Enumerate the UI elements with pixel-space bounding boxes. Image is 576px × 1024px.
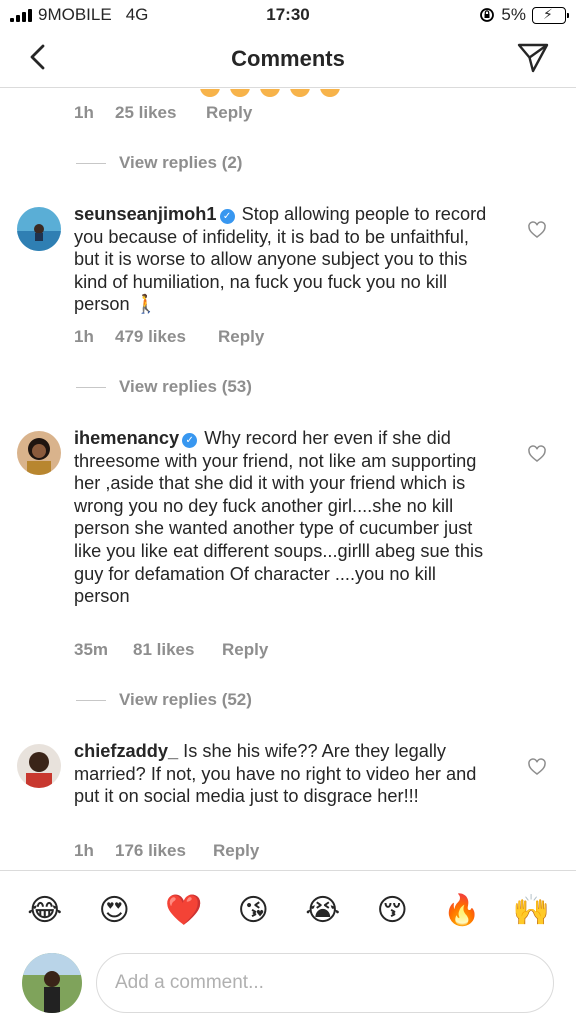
reply-button[interactable]: Reply (213, 841, 259, 861)
comment-time: 1h (74, 327, 94, 346)
comment-time: 1h (74, 103, 94, 122)
emoji-kiss-button[interactable]: 😘 (233, 891, 273, 931)
divider-line (76, 699, 106, 701)
emoji-tears-of-joy-button[interactable]: 😂 (25, 891, 65, 931)
comment-meta: 1h 176 likes Reply (74, 841, 259, 861)
status-right: 5% ⚡ (479, 5, 569, 25)
comment-likes[interactable]: 176 likes (115, 841, 213, 861)
like-heart-icon[interactable] (527, 757, 547, 777)
reply-button[interactable]: Reply (218, 327, 264, 347)
cropped-emoji-row (200, 89, 340, 97)
verified-badge-icon: ✓ (219, 209, 235, 224)
view-replies-label: View replies (53) (119, 377, 252, 396)
orientation-lock-icon (480, 8, 495, 22)
comment-likes[interactable]: 81 likes (133, 640, 222, 660)
divider-line (76, 162, 106, 164)
avatar[interactable] (17, 744, 61, 788)
emoji-crying-button[interactable]: 😭 (303, 891, 343, 931)
emoji-red-heart-button[interactable]: ❤️ (164, 891, 204, 931)
comment-meta: 35m 81 likes Reply (74, 640, 268, 660)
comment-text-block: seunseanjimoh1 ✓ Stop allowing people to … (74, 203, 494, 316)
comment-composer (0, 950, 576, 1024)
view-replies-button[interactable]: View replies (52) (76, 690, 252, 710)
current-user-avatar (22, 953, 82, 1013)
view-replies-button[interactable]: View replies (53) (76, 377, 252, 397)
comment-input[interactable] (96, 953, 554, 1013)
comment-text: Why record her even if she did threesome… (74, 428, 484, 607)
comment-username[interactable]: chiefzaddy_ (74, 741, 178, 761)
page-title: Comments (231, 46, 345, 71)
emoji-heart-eyes-button[interactable]: 😍 (94, 891, 134, 931)
reply-button[interactable]: Reply (206, 103, 252, 123)
like-heart-icon[interactable] (527, 444, 547, 464)
comment-meta: 1h 25 likes Reply (74, 103, 252, 123)
comment-username[interactable]: seunseanjimoh1 (74, 204, 217, 224)
share-button[interactable] (516, 40, 550, 74)
view-replies-label: View replies (52) (119, 690, 252, 709)
battery-icon: ⚡ (532, 6, 569, 24)
emoji-kissing-closed-eyes-button[interactable]: 😚 (372, 891, 412, 931)
like-heart-icon[interactable] (527, 220, 547, 240)
emoji-quick-bar: 😂 😍 ❤️ 😘 😭 😚 🔥 🙌 (0, 870, 576, 950)
comment-text-block: chiefzaddy_ Is she his wife?? Are they l… (74, 740, 494, 808)
emoji-raising-hands-button[interactable]: 🙌 (511, 891, 551, 931)
battery-percent: 5% (501, 5, 526, 24)
comment-time: 35m (74, 640, 109, 659)
avatar[interactable] (17, 431, 61, 475)
comment-likes[interactable]: 479 likes (115, 327, 218, 347)
direct-send-icon (517, 43, 549, 73)
comment-meta: 1h 479 likes Reply (74, 327, 264, 347)
view-replies-label: View replies (2) (119, 153, 243, 172)
view-replies-button[interactable]: View replies (2) (76, 153, 242, 173)
comment-username[interactable]: ihemenancy (74, 428, 179, 448)
comment-text-block: ihemenancy ✓ Why record her even if she d… (74, 427, 494, 608)
divider-line (76, 386, 106, 388)
status-bar: 9MOBILE 4G 17:30 5% ⚡ (0, 0, 576, 30)
comments-list[interactable]: 1h 25 likes Reply View replies (2) seuns… (0, 89, 576, 870)
comment-time: 1h (74, 841, 94, 860)
header: Comments (0, 30, 576, 88)
reply-button[interactable]: Reply (222, 640, 268, 660)
verified-badge-icon: ✓ (182, 433, 198, 448)
comment-likes[interactable]: 25 likes (115, 103, 206, 123)
avatar[interactable] (17, 207, 61, 251)
emoji-fire-button[interactable]: 🔥 (442, 891, 482, 931)
